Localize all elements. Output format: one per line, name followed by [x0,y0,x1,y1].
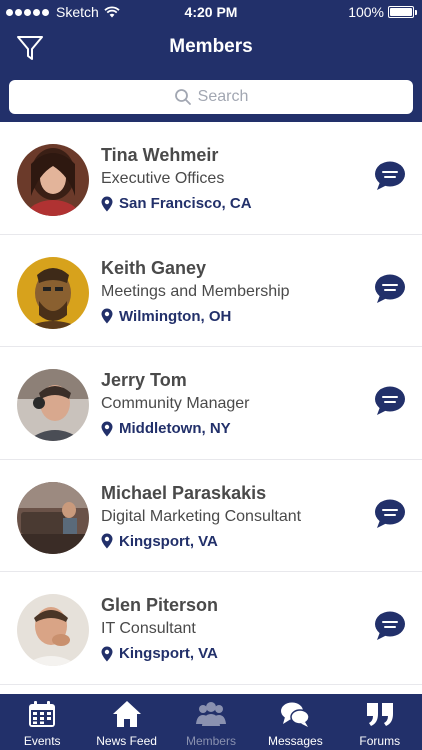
tab-news-feed[interactable]: News Feed [84,694,168,750]
member-location: San Francisco, CA [101,195,252,212]
member-name: Jerry Tom [101,370,187,390]
tab-label: News Feed [96,734,157,748]
search-input[interactable]: Search [9,80,413,114]
member-location: Kingsport, VA [101,645,218,662]
message-button[interactable] [374,499,406,529]
location-pin-icon [101,646,113,661]
member-row[interactable]: Tina Wehmeir Executive Offices San Franc… [0,122,422,235]
member-row[interactable]: Glen Piterson IT Consultant Kingsport, V… [0,572,422,685]
location-pin-icon [101,421,113,436]
message-icon [375,386,405,415]
member-row[interactable]: Jerry Tom Community Manager Middletown, … [0,347,422,460]
message-icon [375,274,405,303]
tab-label: Members [185,734,236,748]
member-role: Meetings and Membership [101,282,290,300]
tab-messages[interactable]: Messages [253,694,337,750]
member-name: Tina Wehmeir [101,145,219,165]
members-icon [195,702,226,726]
member-role: Executive Offices [101,170,225,187]
location-text: San Francisco, CA [119,195,252,212]
member-name: Keith Ganey [101,257,207,278]
member-location: Wilmington, OH [101,308,231,325]
avatar[interactable] [17,594,89,666]
tab-label: Messages [268,734,323,748]
avatar[interactable] [17,369,89,441]
message-icon [375,161,405,190]
message-icon [375,499,405,528]
tab-forums[interactable]: Forums [338,694,422,750]
tab-members[interactable]: Members [169,694,253,750]
location-text: Kingsport, VA [119,645,218,662]
calendar-icon [29,701,56,727]
member-name: Glen Piterson [101,595,219,615]
location-text: Middletown, NY [119,420,231,437]
message-button[interactable] [374,611,406,641]
avatar-photo [17,144,89,216]
members-list: Tina Wehmeir Executive Offices San Franc… [0,122,422,685]
status-bar: Sketch 4:20 PM 100% [0,0,422,24]
quote-icon [366,703,393,726]
battery-icon [388,6,417,18]
member-role: Digital Marketing Consultant [101,507,302,525]
battery-percentage: 100% [348,4,384,20]
member-name: Michael Paraskakis [101,482,267,503]
chat-bubbles-icon [281,702,311,727]
avatar-photo [17,369,89,441]
app-header: Sketch 4:20 PM 100% Members Search [0,0,422,122]
title-row: Members [0,28,422,68]
message-icon [375,611,405,640]
avatar-photo [17,256,89,329]
message-button[interactable] [374,161,406,191]
page-title: Members [169,36,253,57]
location-text: Wilmington, OH [119,307,232,325]
member-location: Kingsport, VA [101,533,218,550]
search-placeholder: Search [197,88,249,105]
avatar-photo [17,481,89,554]
member-role: Community Manager [101,395,250,412]
tab-label: Forums [359,734,401,748]
avatar[interactable] [17,481,89,554]
member-role: IT Consultant [101,620,196,637]
tab-bar: Events News Feed Members Messages Forums [0,694,422,750]
tab-label: Events [23,734,61,748]
avatar-photo [17,594,89,666]
search-icon [174,89,191,105]
status-right: 100% [348,4,417,20]
member-row[interactable]: Keith Ganey Meetings and Membership Wilm… [0,235,422,347]
location-text: Kingsport, VA [119,532,218,550]
message-button[interactable] [374,386,406,416]
avatar[interactable] [17,256,89,329]
home-icon [112,701,141,727]
location-pin-icon [101,533,113,549]
message-button[interactable] [374,274,406,304]
tab-events[interactable]: Events [0,694,84,750]
location-pin-icon [101,308,113,324]
member-location: Middletown, NY [101,420,231,437]
location-pin-icon [101,196,113,211]
member-row[interactable]: Michael Paraskakis Digital Marketing Con… [0,460,422,572]
avatar[interactable] [17,144,89,216]
